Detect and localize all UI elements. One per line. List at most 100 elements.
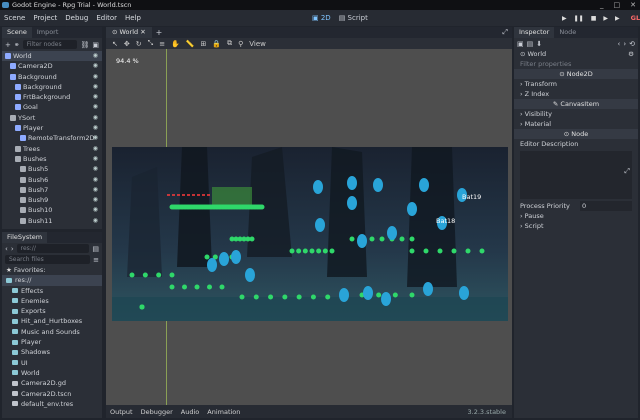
scene-tree-item[interactable]: Bush11 ◉ <box>2 216 102 226</box>
bush-sprite[interactable] <box>329 248 335 254</box>
bat-sprite[interactable] <box>315 218 325 232</box>
play-custom-icon[interactable]: ▶ <box>615 15 620 22</box>
group-icon[interactable]: ⧉ <box>227 39 232 48</box>
filter-nodes-input[interactable]: Filter nodes <box>22 40 78 49</box>
bush-sprite[interactable] <box>392 292 398 298</box>
bush-sprite[interactable] <box>289 248 295 254</box>
tab-scene[interactable]: Scene <box>2 27 32 38</box>
filesystem-item[interactable]: Camera2D.tscn <box>2 389 102 399</box>
section-z-index[interactable]: › Z Index <box>514 89 638 99</box>
scene-tree-item[interactable]: Goal ◉ <box>2 102 102 112</box>
visibility-eye-icon[interactable]: ◉ <box>93 102 98 112</box>
play-icon[interactable]: ▶ <box>562 15 567 22</box>
tab-inspector[interactable]: Inspector <box>514 27 555 38</box>
bat-sprite[interactable] <box>459 286 469 300</box>
bush-sprite[interactable] <box>409 248 415 254</box>
filesystem-item[interactable]: Music and Sounds <box>2 327 102 337</box>
minimize-button[interactable]: _ <box>600 0 604 10</box>
menu-debug[interactable]: Debug <box>61 14 92 22</box>
scene-tree-item[interactable]: Bush6 ◉ <box>2 175 102 185</box>
bush-sprite[interactable] <box>451 248 457 254</box>
bat-sprite[interactable] <box>387 226 397 240</box>
scene-tree-item[interactable]: FrtBackground ◉ <box>2 92 102 102</box>
bush-sprite[interactable] <box>379 236 385 242</box>
bat-sprite[interactable] <box>363 286 373 300</box>
tab-import[interactable]: Import <box>32 27 64 38</box>
bush-sprite[interactable] <box>310 294 316 300</box>
pan-mode-icon[interactable]: ✋ <box>171 40 180 48</box>
select-mode-icon[interactable]: ↖ <box>112 40 118 48</box>
scene-tree-item[interactable]: YSort ◉ <box>2 113 102 123</box>
bat-sprite[interactable] <box>419 178 429 192</box>
save-resource-icon[interactable]: ⬇ <box>536 40 542 48</box>
bat-sprite[interactable] <box>219 252 229 266</box>
move-mode-icon[interactable]: ✥ <box>124 40 130 48</box>
bush-sprite[interactable] <box>142 272 148 278</box>
bush-sprite[interactable] <box>349 236 355 242</box>
canvas-viewport[interactable]: 94.4 % Bat19 Bat18 <box>106 49 512 405</box>
bush-sprite[interactable] <box>399 236 405 242</box>
bush-sprite[interactable] <box>369 236 375 242</box>
visibility-eye-icon[interactable]: ◉ <box>93 164 98 174</box>
filesystem-item[interactable]: Exports <box>2 306 102 316</box>
bush-sprite[interactable] <box>325 294 331 300</box>
bat-sprite[interactable] <box>381 292 391 306</box>
section-material[interactable]: › Material <box>514 119 638 129</box>
tab-node[interactable]: Node <box>554 27 581 38</box>
visibility-eye-icon[interactable]: ◉ <box>93 51 98 61</box>
inspector-object-row[interactable]: ⊙ World ⚙ <box>514 49 638 59</box>
bush-sprite[interactable] <box>296 294 302 300</box>
renderer-label[interactable]: GLES3 <box>631 14 640 22</box>
filesystem-item[interactable]: default_env.tres <box>2 399 102 409</box>
filesystem-item[interactable]: Enemies <box>2 296 102 306</box>
menu-editor[interactable]: Editor <box>92 14 121 22</box>
section-script[interactable]: › Script <box>514 221 638 231</box>
bush-sprite[interactable] <box>169 272 175 278</box>
ruler-mode-icon[interactable]: 📏 <box>186 40 195 48</box>
scene-tree-item[interactable]: Bush10 ◉ <box>2 205 102 215</box>
bush-sprite[interactable] <box>437 248 443 254</box>
forward-icon[interactable]: › <box>11 245 14 253</box>
close-button[interactable]: ✕ <box>630 0 636 10</box>
filesystem-path-input[interactable]: res:// <box>16 244 90 253</box>
scene-tab-world[interactable]: ⊙ World ✕ <box>106 27 152 38</box>
visibility-eye-icon[interactable]: ◉ <box>93 61 98 71</box>
history-back-icon[interactable]: ‹ <box>618 40 621 48</box>
visibility-eye-icon[interactable]: ◉ <box>93 175 98 185</box>
scale-mode-icon[interactable]: ⤡ <box>148 39 154 48</box>
filesystem-item[interactable]: UI <box>2 358 102 368</box>
bat-sprite[interactable] <box>347 196 357 210</box>
visibility-eye-icon[interactable]: ◉ <box>93 154 98 164</box>
scene-tree-item[interactable]: Bush5 ◉ <box>2 164 102 174</box>
section-visibility[interactable]: › Visibility <box>514 109 638 119</box>
filter-properties-input[interactable]: Filter properties <box>514 59 638 69</box>
bush-sprite[interactable] <box>268 294 274 300</box>
menu-scene[interactable]: Scene <box>0 14 29 22</box>
search-files-input[interactable]: Search files <box>5 255 91 264</box>
play-scene-icon[interactable]: ▶ <box>603 15 608 22</box>
bat-sprite[interactable] <box>407 202 417 216</box>
tab-debugger[interactable]: Debugger <box>141 408 173 416</box>
bush-sprite[interactable] <box>253 294 259 300</box>
zoom-label[interactable]: 94.4 % <box>116 57 139 65</box>
rotate-mode-icon[interactable]: ↻ <box>136 40 142 48</box>
visibility-eye-icon[interactable]: ◉ <box>93 216 98 226</box>
bush-sprite[interactable] <box>302 248 308 254</box>
bat-sprite[interactable] <box>339 288 349 302</box>
new-resource-icon[interactable]: ▣ <box>517 40 524 48</box>
bush-sprite[interactable] <box>316 248 322 254</box>
tab-animation[interactable]: Animation <box>207 408 240 416</box>
scene-tree-item[interactable]: Background ◉ <box>2 72 102 82</box>
filesystem-item[interactable]: Shadows <box>2 347 102 357</box>
scene-tree-item[interactable]: Bush9 ◉ <box>2 195 102 205</box>
section-transform[interactable]: › Transform <box>514 79 638 89</box>
distraction-free-icon[interactable]: ⤢ <box>502 28 508 37</box>
new-scene-tab-icon[interactable]: + <box>152 28 163 37</box>
visibility-eye-icon[interactable]: ◉ <box>93 185 98 195</box>
link-icon[interactable]: ⚭ <box>14 41 20 49</box>
list-select-icon[interactable]: ≡ <box>159 40 165 48</box>
scene-tree-item[interactable]: Player ◉ <box>2 123 102 133</box>
load-resource-icon[interactable]: ▤ <box>527 40 534 48</box>
scene-tree-item[interactable]: RemoteTransform2D ◉ <box>2 133 102 143</box>
filesystem-item[interactable]: Camera2D.gd <box>2 378 102 388</box>
